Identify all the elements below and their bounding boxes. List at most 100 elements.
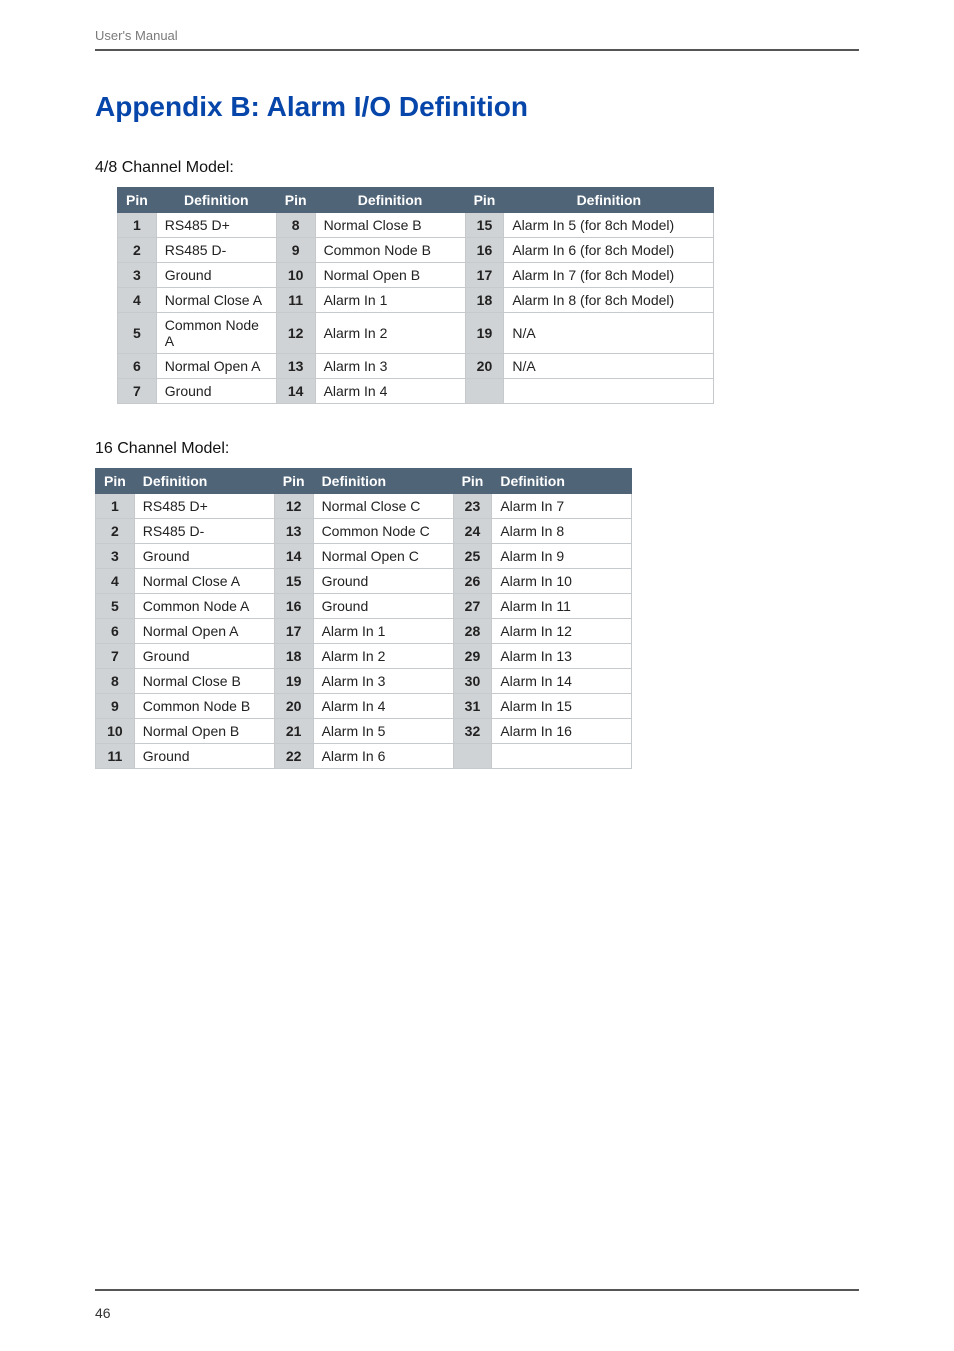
pin-cell: 5 xyxy=(96,594,135,619)
pin-cell: 18 xyxy=(465,288,504,313)
pin-cell: 32 xyxy=(453,719,492,744)
pin-cell: 28 xyxy=(453,619,492,644)
pin-cell: 16 xyxy=(274,594,313,619)
definition-cell: Normal Close A xyxy=(156,288,276,313)
table-row: 7Ground14Alarm In 4 xyxy=(118,379,714,404)
definition-cell: Alarm In 3 xyxy=(313,669,453,694)
table-row: 2RS485 D-13Common Node C24Alarm In 8 xyxy=(96,519,632,544)
definition-cell: Normal Open B xyxy=(134,719,274,744)
pin-cell: 18 xyxy=(274,644,313,669)
definition-cell: Alarm In 4 xyxy=(315,379,465,404)
definition-cell xyxy=(504,379,714,404)
pin-cell: 6 xyxy=(96,619,135,644)
pin-cell: 6 xyxy=(118,354,157,379)
pin-cell: 12 xyxy=(276,313,315,354)
table-row: 8Normal Close B19Alarm In 330Alarm In 14 xyxy=(96,669,632,694)
definition-cell: Alarm In 12 xyxy=(492,619,632,644)
page-title: Appendix B: Alarm I/O Definition xyxy=(95,91,859,123)
pin-cell: 7 xyxy=(118,379,157,404)
pin-cell: 2 xyxy=(96,519,135,544)
table-header-row: Pin Definition Pin Definition Pin Defini… xyxy=(96,469,632,494)
col-definition: Definition xyxy=(134,469,274,494)
definition-cell: Alarm In 4 xyxy=(313,694,453,719)
pin-cell: 5 xyxy=(118,313,157,354)
definition-cell: Alarm In 9 xyxy=(492,544,632,569)
table-row: 6Normal Open A13Alarm In 320N/A xyxy=(118,354,714,379)
table-row: 4Normal Close A11Alarm In 118Alarm In 8 … xyxy=(118,288,714,313)
pin-cell: 3 xyxy=(96,544,135,569)
definition-cell xyxy=(492,744,632,769)
footer-rule xyxy=(95,1289,859,1291)
pin-cell: 12 xyxy=(274,494,313,519)
definition-cell: Common Node A xyxy=(134,594,274,619)
definition-cell: Alarm In 15 xyxy=(492,694,632,719)
pin-cell: 4 xyxy=(118,288,157,313)
definition-cell: Common Node C xyxy=(313,519,453,544)
definition-cell: Alarm In 7 xyxy=(492,494,632,519)
pin-cell: 15 xyxy=(274,569,313,594)
definition-cell: Normal Close B xyxy=(315,213,465,238)
table-header-row: Pin Definition Pin Definition Pin Defini… xyxy=(118,188,714,213)
definition-cell: Common Node B xyxy=(134,694,274,719)
definition-cell: Normal Open C xyxy=(313,544,453,569)
pin-cell: 21 xyxy=(274,719,313,744)
definition-cell: Alarm In 5 (for 8ch Model) xyxy=(504,213,714,238)
definition-cell: Alarm In 6 (for 8ch Model) xyxy=(504,238,714,263)
table-row: 6Normal Open A17Alarm In 128Alarm In 12 xyxy=(96,619,632,644)
col-pin: Pin xyxy=(276,188,315,213)
definition-cell: RS485 D+ xyxy=(156,213,276,238)
table-row: 2RS485 D-9Common Node B16Alarm In 6 (for… xyxy=(118,238,714,263)
definition-cell: Ground xyxy=(156,379,276,404)
pin-cell: 14 xyxy=(276,379,315,404)
table-row: 7Ground18Alarm In 229Alarm In 13 xyxy=(96,644,632,669)
definition-cell: Ground xyxy=(134,744,274,769)
definition-cell: Normal Close B xyxy=(134,669,274,694)
definition-cell: Alarm In 1 xyxy=(315,288,465,313)
definition-cell: Common Node A xyxy=(156,313,276,354)
table-row: 5Common Node A12Alarm In 219N/A xyxy=(118,313,714,354)
definition-cell: Alarm In 7 (for 8ch Model) xyxy=(504,263,714,288)
definition-cell: Normal Open A xyxy=(156,354,276,379)
definition-cell: Normal Open B xyxy=(315,263,465,288)
pin-cell: 7 xyxy=(96,644,135,669)
pin-cell: 26 xyxy=(453,569,492,594)
page-header: User's Manual xyxy=(95,28,859,49)
pin-cell: 25 xyxy=(453,544,492,569)
pin-cell: 20 xyxy=(465,354,504,379)
definition-cell: Normal Open A xyxy=(134,619,274,644)
pin-cell: 29 xyxy=(453,644,492,669)
definition-cell: RS485 D+ xyxy=(134,494,274,519)
table-row: 3Ground10Normal Open B17Alarm In 7 (for … xyxy=(118,263,714,288)
definition-cell: Alarm In 6 xyxy=(313,744,453,769)
definition-cell: RS485 D- xyxy=(156,238,276,263)
col-definition: Definition xyxy=(156,188,276,213)
definition-cell: N/A xyxy=(504,354,714,379)
pin-cell: 11 xyxy=(96,744,135,769)
col-definition: Definition xyxy=(313,469,453,494)
table-row: 9Common Node B20Alarm In 431Alarm In 15 xyxy=(96,694,632,719)
pin-cell: 13 xyxy=(274,519,313,544)
header-text: User's Manual xyxy=(95,28,178,43)
definition-cell: Alarm In 2 xyxy=(313,644,453,669)
definition-cell: Ground xyxy=(156,263,276,288)
table2-container: Pin Definition Pin Definition Pin Defini… xyxy=(95,468,859,769)
section1-heading: 4/8 Channel Model: xyxy=(95,159,859,177)
definition-cell: Ground xyxy=(134,544,274,569)
pin-cell: 22 xyxy=(274,744,313,769)
pin-cell: 10 xyxy=(96,719,135,744)
definition-cell: Ground xyxy=(313,569,453,594)
definition-cell: Common Node B xyxy=(315,238,465,263)
definition-cell: Alarm In 3 xyxy=(315,354,465,379)
definition-cell: Alarm In 2 xyxy=(315,313,465,354)
definition-cell: Alarm In 13 xyxy=(492,644,632,669)
pin-cell: 8 xyxy=(276,213,315,238)
definition-cell: Ground xyxy=(134,644,274,669)
col-pin: Pin xyxy=(465,188,504,213)
pin-cell: 13 xyxy=(276,354,315,379)
pin-cell: 31 xyxy=(453,694,492,719)
page-number: 46 xyxy=(95,1305,111,1321)
col-pin: Pin xyxy=(118,188,157,213)
col-pin: Pin xyxy=(96,469,135,494)
pin-cell: 8 xyxy=(96,669,135,694)
col-definition: Definition xyxy=(315,188,465,213)
